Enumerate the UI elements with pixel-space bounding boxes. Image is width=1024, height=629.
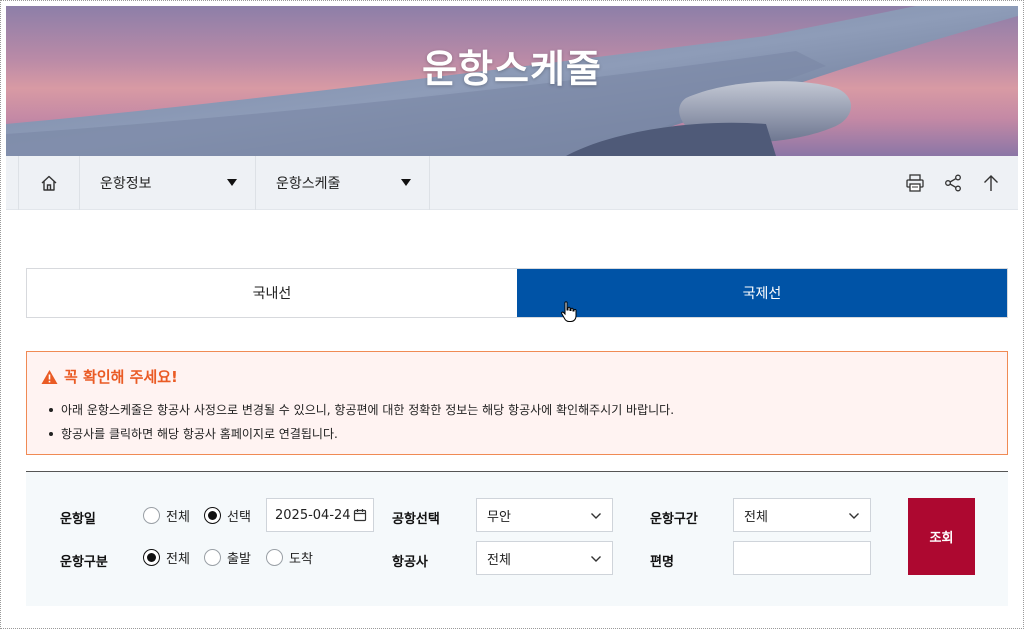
notice-header: 꼭 확인해 주세요! — [41, 366, 178, 387]
scroll-top-button[interactable] — [980, 172, 1002, 194]
nav-dropdown-schedule[interactable]: 운항스케줄 — [256, 156, 430, 210]
type-option-all[interactable]: 전체 — [143, 548, 190, 567]
tab-domestic[interactable]: 국내선 — [27, 269, 517, 317]
airport-select[interactable]: 무안 — [476, 498, 613, 532]
radio-button[interactable] — [143, 507, 160, 524]
route-label: 운항구간 — [650, 512, 698, 527]
share-icon — [945, 174, 961, 192]
print-icon — [906, 174, 924, 192]
radio-label: 전체 — [166, 552, 190, 567]
date-input[interactable]: 2025-04-24 — [266, 498, 374, 532]
flight-number-input[interactable] — [733, 541, 871, 575]
nav-tools — [904, 156, 1002, 210]
list-item: 아래 운항스케줄은 항공사 사정으로 변경될 수 있으니, 항공편에 대한 정확… — [49, 398, 674, 422]
route-select[interactable]: 전체 — [733, 498, 871, 532]
notice-box: 꼭 확인해 주세요! 아래 운항스케줄은 항공사 사정으로 변경될 수 있으니,… — [26, 351, 1008, 455]
airport-label: 공항선택 — [392, 512, 440, 527]
route-tabs: 국내선 국제선 — [26, 268, 1008, 318]
airline-label: 항공사 — [392, 555, 428, 570]
date-value: 2025-04-24 — [275, 507, 351, 523]
type-label: 운항구분 — [60, 555, 108, 570]
radio-button[interactable] — [204, 507, 221, 524]
date-label: 운항일 — [60, 512, 96, 527]
notice-list: 아래 운항스케줄은 항공사 사정으로 변경될 수 있으니, 항공편에 대한 정확… — [49, 398, 674, 446]
radio-label: 도착 — [289, 552, 313, 567]
hand-cursor-icon — [561, 301, 577, 322]
hero-banner: 운항스케줄 — [6, 6, 1018, 156]
radio-label: 전체 — [166, 510, 190, 525]
type-option-arrival[interactable]: 도착 — [266, 548, 313, 567]
radio-button[interactable] — [143, 549, 160, 566]
share-button[interactable] — [942, 172, 964, 194]
search-button[interactable]: 조회 — [908, 498, 975, 575]
calendar-icon[interactable] — [353, 508, 367, 522]
caret-down-icon — [227, 179, 237, 186]
radio-label: 선택 — [227, 510, 251, 525]
type-option-departure[interactable]: 출발 — [204, 548, 251, 567]
home-icon — [41, 175, 57, 191]
date-option-all[interactable]: 전체 — [143, 506, 190, 525]
select-value: 전체 — [487, 552, 511, 568]
search-panel: 운항일 전체 선택 2025-04-24 공항선택 무안 운항구간 전체 운항구… — [26, 472, 1008, 606]
radio-label: 출발 — [227, 552, 251, 567]
chevron-down-icon — [591, 513, 601, 519]
flight-number-label: 편명 — [650, 555, 674, 570]
warning-icon — [41, 369, 58, 384]
print-button[interactable] — [904, 172, 926, 194]
page-title: 운항스케줄 — [422, 47, 602, 91]
nav-dropdown-label: 운항스케줄 — [276, 176, 341, 192]
radio-button[interactable] — [204, 549, 221, 566]
chevron-down-icon — [591, 556, 601, 562]
breadcrumb-nav: 운항정보 운항스케줄 — [6, 156, 1018, 210]
radio-button[interactable] — [266, 549, 283, 566]
arrow-up-icon — [984, 175, 998, 191]
chevron-down-icon — [849, 513, 859, 519]
list-item: 항공사를 클릭하면 해당 항공사 홈페이지로 연결됩니다. — [49, 422, 674, 446]
tab-international[interactable]: 국제선 — [517, 269, 1007, 317]
notice-title: 꼭 확인해 주세요! — [64, 368, 178, 386]
home-button[interactable] — [18, 156, 80, 210]
airline-select[interactable]: 전체 — [476, 541, 613, 575]
nav-dropdown-label: 운항정보 — [100, 176, 152, 192]
date-option-select[interactable]: 선택 — [204, 506, 251, 525]
select-value: 무안 — [487, 509, 511, 525]
select-value: 전체 — [744, 509, 768, 525]
nav-dropdown-flight-info[interactable]: 운항정보 — [80, 156, 256, 210]
caret-down-icon — [401, 179, 411, 186]
